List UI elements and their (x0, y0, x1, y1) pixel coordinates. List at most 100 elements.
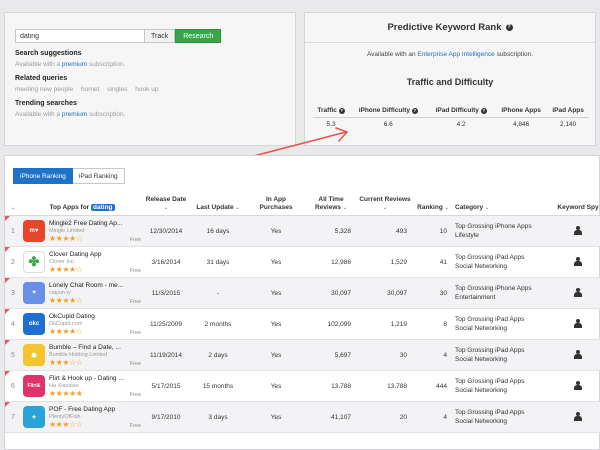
all-time-reviews: 13,788 (305, 370, 357, 402)
table-row[interactable]: 3 ♥ Lonely Chat Room - me... caiyun tv ★… (5, 277, 600, 309)
table-row[interactable]: 5 ⬢ Bumble – Find a Date, ... Bumble Hol… (5, 339, 600, 371)
user-spy-icon[interactable] (574, 349, 583, 359)
release-date-label: Release Date (145, 196, 187, 203)
app-name[interactable]: Flirt & Hook up - Dating ... (49, 375, 141, 382)
sort-icon[interactable]: ⌄ (11, 205, 15, 211)
table-row[interactable]: 1 m♥ Mingle2 Free Dating Ap... Mingle Li… (5, 215, 600, 247)
iphone-apps-header: iPhone Apps (495, 104, 548, 118)
keyword-spy[interactable] (555, 246, 600, 278)
table-row[interactable]: 2 ✤ Clover Dating App Clover Inc. ★★★★☆ … (5, 246, 600, 278)
search-input[interactable] (15, 29, 145, 43)
note-suffix: subscription. (496, 51, 534, 58)
related-query[interactable]: meeting new people (15, 86, 73, 93)
sort-icon[interactable]: ⌄ (445, 205, 449, 211)
suggestions-premium-link[interactable]: premium (62, 61, 87, 68)
category-secondary: Social Networking (455, 356, 508, 363)
app-icon[interactable]: ⬢ (23, 344, 45, 366)
user-spy-icon[interactable] (574, 225, 583, 235)
sort-icon[interactable]: ⌄ (235, 205, 239, 211)
app-cell-inner: ✤ Clover Dating App Clover Inc. ★★★★☆ Fr… (23, 251, 141, 274)
category-secondary: Social Networking (455, 263, 508, 270)
app-info: OkCupid Dating OkCupid.com ★★★★☆ (49, 313, 141, 336)
release-date-header[interactable]: Release Date ⌄ (143, 194, 189, 216)
category: Top Grossing iPad Apps Social Networking (453, 339, 555, 371)
app-cell[interactable]: ✤ Clover Dating App Clover Inc. ★★★★☆ Fr… (21, 246, 143, 278)
app-name[interactable]: OkCupid Dating (49, 313, 141, 320)
research-button[interactable]: Research (175, 29, 222, 43)
app-cell[interactable]: Flirt& Flirt & Hook up - Dating ... Ha X… (21, 370, 143, 402)
category-header[interactable]: Category ⌄ (453, 194, 555, 216)
keyword-spy[interactable] (555, 339, 600, 371)
category-primary: Top Grossing iPad Apps (455, 254, 525, 261)
help-icon[interactable]: ? (411, 108, 418, 114)
ranking-panel: iPhone Ranking iPad Ranking ⌄ Top Apps f… (4, 155, 600, 450)
corner-flag-icon (5, 216, 10, 221)
enterprise-link[interactable]: Enterprise App Intelligence (417, 51, 494, 58)
all-time-reviews-header[interactable]: All Time Reviews ⌄ (305, 194, 357, 216)
user-spy-icon[interactable] (574, 287, 583, 297)
app-cell[interactable]: m♥ Mingle2 Free Dating Ap... Mingle Limi… (21, 215, 143, 247)
category-secondary: Social Networking (455, 387, 508, 394)
app-cell-inner: ⬢ Bumble – Find a Date, ... Bumble Holdi… (23, 344, 141, 367)
keyword-spy[interactable] (555, 277, 600, 309)
keyword-spy[interactable] (555, 215, 600, 247)
table-row[interactable]: 4 okc OkCupid Dating OkCupid.com ★★★★☆ F… (5, 308, 600, 340)
current-reviews: 1,219 (357, 308, 413, 340)
app-icon[interactable]: ♥ (23, 282, 45, 304)
last-update-header[interactable]: Last Update ⌄ (189, 194, 247, 216)
ranking-label: Ranking (417, 204, 443, 211)
trending-premium-link[interactable]: premium (62, 111, 87, 118)
sort-icon[interactable]: ⌄ (343, 205, 347, 211)
keyword-spy[interactable] (555, 308, 600, 340)
related-query[interactable]: singles (107, 86, 127, 93)
related-query[interactable]: hornet (81, 86, 99, 93)
sort-icon[interactable]: ⌄ (383, 205, 387, 211)
release-date: 11/19/2014 (143, 339, 189, 371)
tab-ipad-ranking[interactable]: iPad Ranking (72, 168, 125, 184)
user-spy-icon[interactable] (574, 380, 583, 390)
help-icon[interactable]: ? (505, 24, 513, 31)
sort-icon[interactable]: ⌄ (485, 205, 489, 211)
app-icon[interactable]: m♥ (23, 220, 45, 242)
user-spy-icon[interactable] (574, 411, 583, 421)
rank-number: 5 (5, 339, 21, 371)
app-cell[interactable]: ✦ POF - Free Dating App PlentyOfFish ★★★… (21, 401, 143, 433)
category-primary: Top Grossing iPhone Apps (455, 223, 532, 230)
iphone-difficulty-header: iPhone Difficulty ? (349, 104, 428, 118)
user-spy-icon[interactable] (574, 256, 583, 266)
tab-iphone-ranking[interactable]: iPhone Ranking (13, 168, 73, 184)
track-button[interactable]: Track (145, 29, 176, 43)
category-label: Category (455, 204, 484, 211)
keyword-spy[interactable] (555, 401, 600, 433)
trending-searches-text: Available with a premium subscription. (15, 111, 285, 118)
app-name[interactable]: Mingle2 Free Dating Ap... (49, 220, 141, 227)
star-rating-icon: ★★★★☆ (49, 295, 83, 305)
app-icon[interactable]: okc (23, 313, 45, 335)
help-icon[interactable]: ? (480, 108, 487, 114)
keyword-rank-note: Available with an Enterprise App Intelli… (305, 51, 595, 58)
user-spy-icon[interactable] (574, 318, 583, 328)
app-name[interactable]: Clover Dating App (49, 251, 141, 258)
app-icon[interactable]: Flirt& (23, 375, 45, 397)
current-reviews-header[interactable]: Current Reviews ⌄ (357, 194, 413, 216)
app-icon[interactable]: ✤ (23, 251, 45, 273)
app-name[interactable]: POF - Free Dating App (49, 406, 141, 413)
app-icon[interactable]: ✦ (23, 406, 45, 428)
star-rating-icon: ★★★★☆ (49, 326, 83, 336)
table-row[interactable]: 6 Flirt& Flirt & Hook up - Dating ... Ha… (5, 370, 600, 402)
table-row[interactable]: 7 ✦ POF - Free Dating App PlentyOfFish ★… (5, 401, 600, 433)
note-prefix: Available with an (366, 51, 416, 58)
app-cell-inner: ♥ Lonely Chat Room - me... caiyun tv ★★★… (23, 282, 141, 305)
app-name[interactable]: Lonely Chat Room - me... (49, 282, 141, 289)
star-rating-icon: ★★★★☆ (49, 233, 83, 243)
keyword-spy[interactable] (555, 370, 600, 402)
sort-icon[interactable]: ⌄ (164, 205, 168, 211)
related-query[interactable]: hook up (135, 86, 158, 93)
iphone-difficulty-label: iPhone Difficulty (358, 107, 410, 114)
app-cell[interactable]: okc OkCupid Dating OkCupid.com ★★★★☆ Fre… (21, 308, 143, 340)
app-cell[interactable]: ♥ Lonely Chat Room - me... caiyun tv ★★★… (21, 277, 143, 309)
app-cell[interactable]: ⬢ Bumble – Find a Date, ... Bumble Holdi… (21, 339, 143, 371)
help-icon[interactable]: ? (338, 108, 345, 114)
app-name[interactable]: Bumble – Find a Date, ... (49, 344, 141, 351)
ranking-header[interactable]: Ranking ⌄ (413, 194, 453, 216)
